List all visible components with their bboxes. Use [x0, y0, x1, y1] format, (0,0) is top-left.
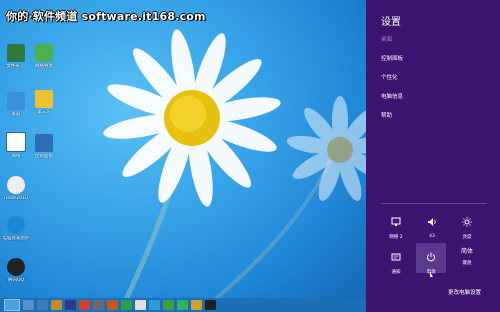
taskbar-app-icon[interactable]: [135, 300, 146, 310]
desktop-icon-label: 电脑管家防护: [2, 236, 30, 241]
mouse-cursor: [430, 272, 433, 277]
taskbar-app-icon[interactable]: [23, 300, 34, 310]
network-tile[interactable]: 网络 2: [381, 208, 411, 240]
app-icon: [7, 44, 25, 62]
network-folder-icon: [7, 92, 25, 110]
control-panel-icon: [35, 134, 53, 152]
tile-label: 键盘: [462, 261, 472, 266]
section-label: 桌面: [381, 37, 393, 43]
desktop-icon[interactable]: 文件夹 ...: [2, 44, 30, 69]
tile-label: 网络 2: [389, 235, 403, 240]
taskbar-app-icon[interactable]: [65, 300, 76, 310]
app-icon: [35, 44, 53, 62]
desktop-icon-label: 第三方: [37, 110, 51, 115]
tile-label: 通知: [391, 270, 401, 275]
desktop-icon-label: 网络共享: [35, 64, 53, 69]
menu-item-personalize[interactable]: 个性化: [381, 73, 398, 81]
desktop-icon[interactable]: 网络: [2, 132, 30, 159]
desktop-icon-label: 控制面板: [35, 154, 53, 159]
desktop-icon-label: iTools2010: [4, 196, 28, 201]
menu-item-control-panel[interactable]: 控制面板: [381, 54, 403, 62]
taskbar-app-icon[interactable]: [121, 300, 132, 310]
desktop-icon[interactable]: 控制面板: [30, 134, 58, 159]
menu-item-pc-info[interactable]: 电脑信息: [381, 92, 403, 100]
word-doc-icon: [6, 132, 26, 152]
keyboard-icon: 简体: [460, 248, 473, 255]
desktop-icon[interactable]: 第三方: [30, 90, 58, 115]
taskbar-app-icon[interactable]: [107, 300, 118, 310]
brightness-icon: [462, 217, 472, 227]
desktop-icon[interactable]: 腾讯QQ: [2, 258, 30, 283]
taskbar-app-icon[interactable]: [191, 300, 202, 310]
keyboard-tile[interactable]: 简体 键盘: [452, 243, 482, 273]
taskbar-app-icon[interactable]: [177, 300, 188, 310]
network-icon: [391, 217, 401, 226]
security-s-icon: [7, 216, 25, 234]
desktop-icon[interactable]: 家庭: [2, 92, 30, 117]
settings-charm-panel: 设置 桌面 控制面板 个性化 电脑信息 帮助 网络 2 43 亮度 通知 电源 …: [366, 0, 500, 312]
tile-label: 亮度: [462, 235, 472, 240]
ghost-icon: [7, 176, 25, 194]
volume-icon: [428, 218, 436, 226]
desktop-icon-label: 网络: [11, 154, 21, 159]
taskbar-app-icon[interactable]: [37, 300, 48, 310]
notifications-icon: [391, 253, 401, 261]
start-button[interactable]: [4, 299, 20, 311]
qq-penguin-icon: [7, 258, 25, 276]
power-icon: [427, 252, 435, 262]
notifications-tile[interactable]: 通知: [381, 243, 411, 275]
tile-label: 43: [429, 234, 435, 239]
desktop-icon-label: 腾讯QQ: [7, 278, 25, 283]
watermark-text: 你的·软件频道 software.it168.com: [6, 10, 206, 23]
taskbar-app-icon[interactable]: [51, 300, 62, 310]
desktop-icon[interactable]: 电脑管家防护: [2, 216, 30, 241]
change-pc-settings-link[interactable]: 更改电脑设置: [448, 288, 481, 296]
taskbar-app-icon[interactable]: [93, 300, 104, 310]
volume-tile[interactable]: 43: [417, 208, 447, 239]
divider: [381, 203, 487, 204]
brightness-tile[interactable]: 亮度: [452, 208, 482, 240]
taskbar-app-icon[interactable]: [163, 300, 174, 310]
desktop-icon[interactable]: iTools2010: [2, 176, 30, 201]
star-icon: [35, 90, 53, 108]
taskbar-app-icon[interactable]: [79, 300, 90, 310]
menu-item-help[interactable]: 帮助: [381, 111, 392, 119]
desktop-icon-label: 文件夹 ...: [6, 64, 26, 69]
taskbar-app-icon[interactable]: [205, 300, 216, 310]
desktop: 你的·软件频道 software.it168.com 文件夹 ... 网络共享 …: [0, 0, 366, 312]
desktop-icon-label: 家庭: [11, 112, 21, 117]
panel-title: 设置: [381, 17, 401, 28]
desktop-icon[interactable]: 网络共享: [30, 44, 58, 69]
power-tile[interactable]: 电源: [416, 243, 446, 275]
taskbar: [0, 298, 366, 312]
taskbar-app-icon[interactable]: [149, 300, 160, 310]
